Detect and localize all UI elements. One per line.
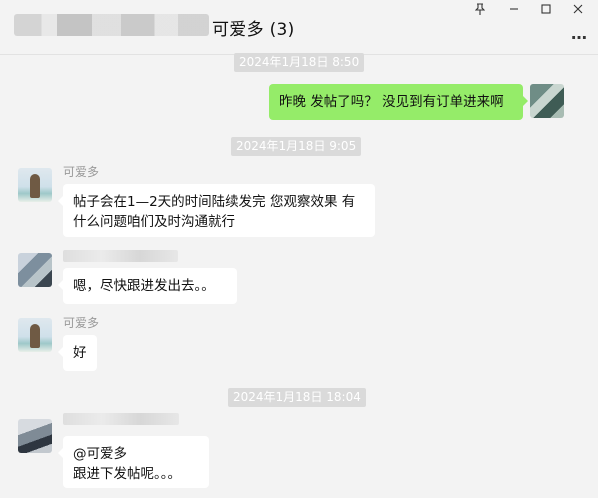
message-text-line: 什么问题咱们及时沟通就行 (73, 214, 235, 230)
minimize-button[interactable] (504, 1, 524, 17)
sender-name: 可爱多 (63, 316, 100, 330)
blurred-sender-name (63, 413, 179, 425)
title-bar: 可爱多 (3) … (0, 0, 598, 54)
chat-title: 可爱多 (3) (212, 20, 295, 40)
message-text-line: 跟进下发帖呢。。。 (73, 466, 181, 482)
member-avatar[interactable] (18, 253, 52, 287)
message-text-line: 帖子会在1—2天的时间陆续发完 您观察效果 有 (73, 194, 356, 210)
received-message-bubble[interactable]: 帖子会在1—2天的时间陆续发完 您观察效果 有 什么问题咱们及时沟通就行 (58, 184, 375, 237)
maximize-button[interactable] (536, 1, 556, 17)
self-avatar[interactable] (530, 84, 564, 118)
member-avatar[interactable] (18, 419, 52, 453)
message-text: 好 (73, 345, 87, 361)
received-message-bubble[interactable]: 嗯，尽快跟进发出去。。 (58, 268, 237, 304)
more-options-button[interactable]: … (571, 24, 588, 43)
received-message-bubble[interactable]: 好 (58, 335, 97, 371)
contact-avatar[interactable] (18, 318, 52, 352)
message-text: 昨晚 发帖了吗？ 没见到有订单进来啊 (279, 94, 504, 110)
message-text-line: @可爱多 (73, 446, 127, 462)
sent-message-bubble[interactable]: 昨晚 发帖了吗？ 没见到有订单进来啊 (269, 84, 528, 120)
blurred-sender-name (63, 250, 178, 262)
close-button[interactable] (568, 1, 588, 17)
pin-icon[interactable] (470, 1, 490, 17)
sender-name: 可爱多 (63, 165, 100, 179)
blurred-title-prefix (14, 14, 209, 36)
message-text: 嗯，尽快跟进发出去。。 (73, 278, 215, 294)
contact-avatar[interactable] (18, 168, 52, 202)
received-message-bubble[interactable]: @可爱多 跟进下发帖呢。。。 (58, 436, 209, 488)
timestamp: 2024年1月18日 9:05 (231, 137, 362, 156)
timestamp: 2024年1月18日 18:04 (228, 388, 366, 407)
timestamp: 2024年1月18日 8:50 (234, 53, 365, 72)
